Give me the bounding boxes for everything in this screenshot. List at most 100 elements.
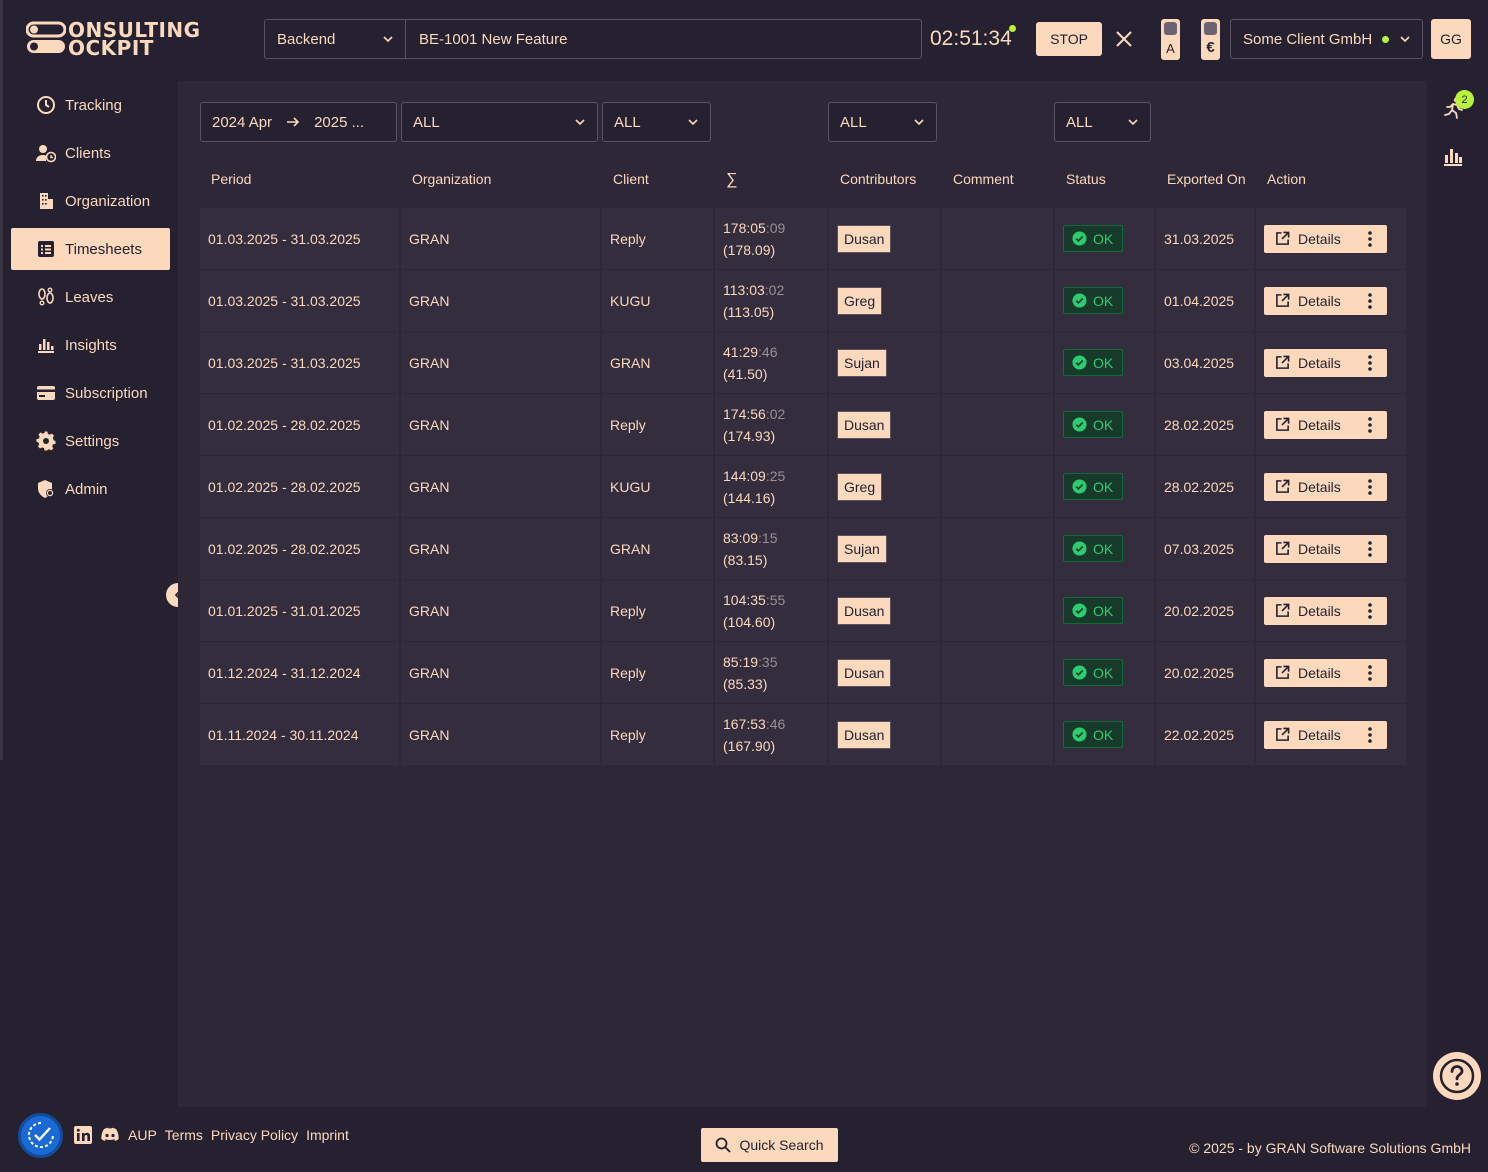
client-select[interactable]: Some Client GmbH (1230, 19, 1423, 59)
table-row[interactable]: 01.02.2025 - 28.02.2025 GRAN KUGU 144:09:25… (200, 456, 1406, 518)
more-options-button[interactable] (1353, 473, 1387, 501)
header-status[interactable]: Status (1066, 171, 1106, 187)
footer-link-privacy[interactable]: Privacy Policy (211, 1127, 298, 1143)
contributor-chip[interactable]: Dusan (837, 410, 892, 439)
table-row[interactable]: 01.02.2025 - 28.02.2025 GRAN GRAN 83:09:15(… (200, 518, 1406, 580)
more-options-button[interactable] (1353, 535, 1387, 563)
table-row[interactable]: 01.03.2025 - 31.03.2025 GRAN GRAN 41:29:46(… (200, 332, 1406, 394)
sidebar-item-timesheets[interactable]: Timesheets (11, 228, 170, 270)
quick-search-button[interactable]: Quick Search (701, 1128, 838, 1162)
details-button[interactable]: Details (1264, 665, 1353, 681)
cookie-consent-button[interactable] (18, 1112, 63, 1158)
cell-action: Details (1256, 642, 1406, 703)
sidebar-item-label: Insights (65, 336, 117, 354)
footer-link-imprint[interactable]: Imprint (306, 1127, 349, 1143)
client-filter[interactable]: ALL (602, 102, 711, 142)
details-button[interactable]: Details (1264, 231, 1353, 247)
date-range-filter[interactable]: 2024 Apr 2025 ... (200, 102, 397, 142)
contributors-filter[interactable]: ALL (828, 102, 937, 142)
contributor-chip[interactable]: Dusan (837, 224, 892, 253)
organization-filter[interactable]: ALL (401, 102, 598, 142)
sum-hours: 83:09:15 (723, 527, 778, 549)
chevron-down-icon (575, 119, 585, 126)
details-label: Details (1298, 292, 1341, 309)
contributor-chip[interactable]: Sujan (837, 534, 887, 563)
details-button[interactable]: Details (1264, 541, 1353, 557)
details-button[interactable]: Details (1264, 293, 1353, 309)
user-avatar[interactable]: GG (1431, 19, 1471, 59)
external-link-icon (1276, 727, 1290, 741)
table-row[interactable]: 01.11.2024 - 30.11.2024 GRAN Reply 167:53:4… (200, 704, 1406, 766)
status-badge: OK (1063, 535, 1124, 562)
app-logo[interactable]: ONSULTING OCKPIT (26, 18, 200, 60)
table-row[interactable]: 01.03.2025 - 31.03.2025 GRAN KUGU 113:03:02… (200, 270, 1406, 332)
status-filter[interactable]: ALL (1054, 102, 1151, 142)
sum-hours: 144:09:25 (723, 465, 785, 487)
project-select[interactable]: Backend (264, 19, 406, 59)
more-options-button[interactable] (1353, 721, 1387, 749)
close-icon[interactable] (1113, 28, 1135, 50)
sidebar-item-tracking[interactable]: Tracking (11, 84, 170, 126)
contributor-chip[interactable]: Greg (837, 286, 883, 315)
bar-chart-icon[interactable] (1443, 145, 1463, 167)
toggle-a[interactable]: A (1161, 19, 1180, 60)
details-button[interactable]: Details (1264, 603, 1353, 619)
cell-contributor: Dusan (829, 208, 940, 269)
header-sum[interactable]: ∑ (726, 171, 737, 189)
details-button[interactable]: Details (1264, 727, 1353, 743)
sidebar-item-clients[interactable]: Clients (11, 132, 170, 174)
discord-icon[interactable] (100, 1126, 120, 1144)
sidebar-item-subscription[interactable]: Subscription (11, 372, 170, 414)
more-options-button[interactable] (1353, 597, 1387, 625)
footer-link-terms[interactable]: Terms (165, 1127, 203, 1143)
task-input-value: BE-1001 New Feature (419, 30, 568, 48)
cell-exported: 28.02.2025 (1156, 394, 1254, 455)
more-options-button[interactable] (1353, 411, 1387, 439)
status-badge: OK (1063, 349, 1124, 376)
sidebar-item-organization[interactable]: Organization (11, 180, 170, 222)
sum-seconds: :35 (758, 653, 778, 670)
more-options-button[interactable] (1353, 287, 1387, 315)
sidebar-item-leaves[interactable]: Leaves (11, 276, 170, 318)
linkedin-icon[interactable] (74, 1126, 92, 1144)
contributor-chip[interactable]: Sujan (837, 348, 887, 377)
contributor-chip[interactable]: Greg (837, 472, 883, 501)
contributor-chip[interactable]: Dusan (837, 596, 892, 625)
cell-organization: GRAN (401, 642, 600, 703)
footer-link-aup[interactable]: AUP (128, 1127, 157, 1143)
table-row[interactable]: 01.12.2024 - 31.12.2024 GRAN Reply 85:19:35… (200, 642, 1406, 704)
details-button[interactable]: Details (1264, 355, 1353, 371)
header-client[interactable]: Client (613, 171, 649, 187)
stop-button[interactable]: STOP (1036, 22, 1102, 56)
more-options-button[interactable] (1353, 349, 1387, 377)
contributor-chip[interactable]: Dusan (837, 720, 892, 749)
sidebar-item-admin[interactable]: Admin (11, 468, 170, 510)
header-contributors[interactable]: Contributors (840, 171, 916, 187)
external-link-icon (1276, 479, 1290, 493)
more-options-button[interactable] (1353, 225, 1387, 253)
details-button[interactable]: Details (1264, 479, 1353, 495)
sidebar-item-insights[interactable]: Insights (11, 324, 170, 366)
header-exported-on[interactable]: Exported On (1167, 171, 1246, 187)
chevron-down-icon (383, 36, 393, 43)
header-organization[interactable]: Organization (412, 171, 491, 187)
top-bar: ONSULTING OCKPIT Backend BE-1001 New Fea… (0, 0, 1488, 80)
user-clock-icon (36, 145, 56, 163)
header-comment[interactable]: Comment (953, 171, 1014, 187)
help-button[interactable] (1433, 1052, 1481, 1100)
details-button[interactable]: Details (1264, 417, 1353, 433)
header-period[interactable]: Period (211, 171, 251, 187)
sidebar-item-settings[interactable]: Settings (11, 420, 170, 462)
more-options-button[interactable] (1353, 659, 1387, 687)
table-row[interactable]: 01.01.2025 - 31.01.2025 GRAN Reply 104:35:5… (200, 580, 1406, 642)
details-label: Details (1298, 478, 1341, 495)
contributor-chip[interactable]: Dusan (837, 658, 892, 687)
table-row[interactable]: 01.02.2025 - 28.02.2025 GRAN Reply 174:56:0… (200, 394, 1406, 456)
action-group: Details (1264, 348, 1387, 377)
cell-client: GRAN (602, 518, 713, 579)
toggle-billable[interactable]: € (1201, 19, 1220, 60)
table-row[interactable]: 01.03.2025 - 31.03.2025 GRAN Reply 178:05:0… (200, 208, 1406, 270)
sum-hours: 41:29:46 (723, 341, 778, 363)
contributors-filter-value: ALL (840, 113, 867, 131)
task-input[interactable]: BE-1001 New Feature (405, 19, 922, 59)
